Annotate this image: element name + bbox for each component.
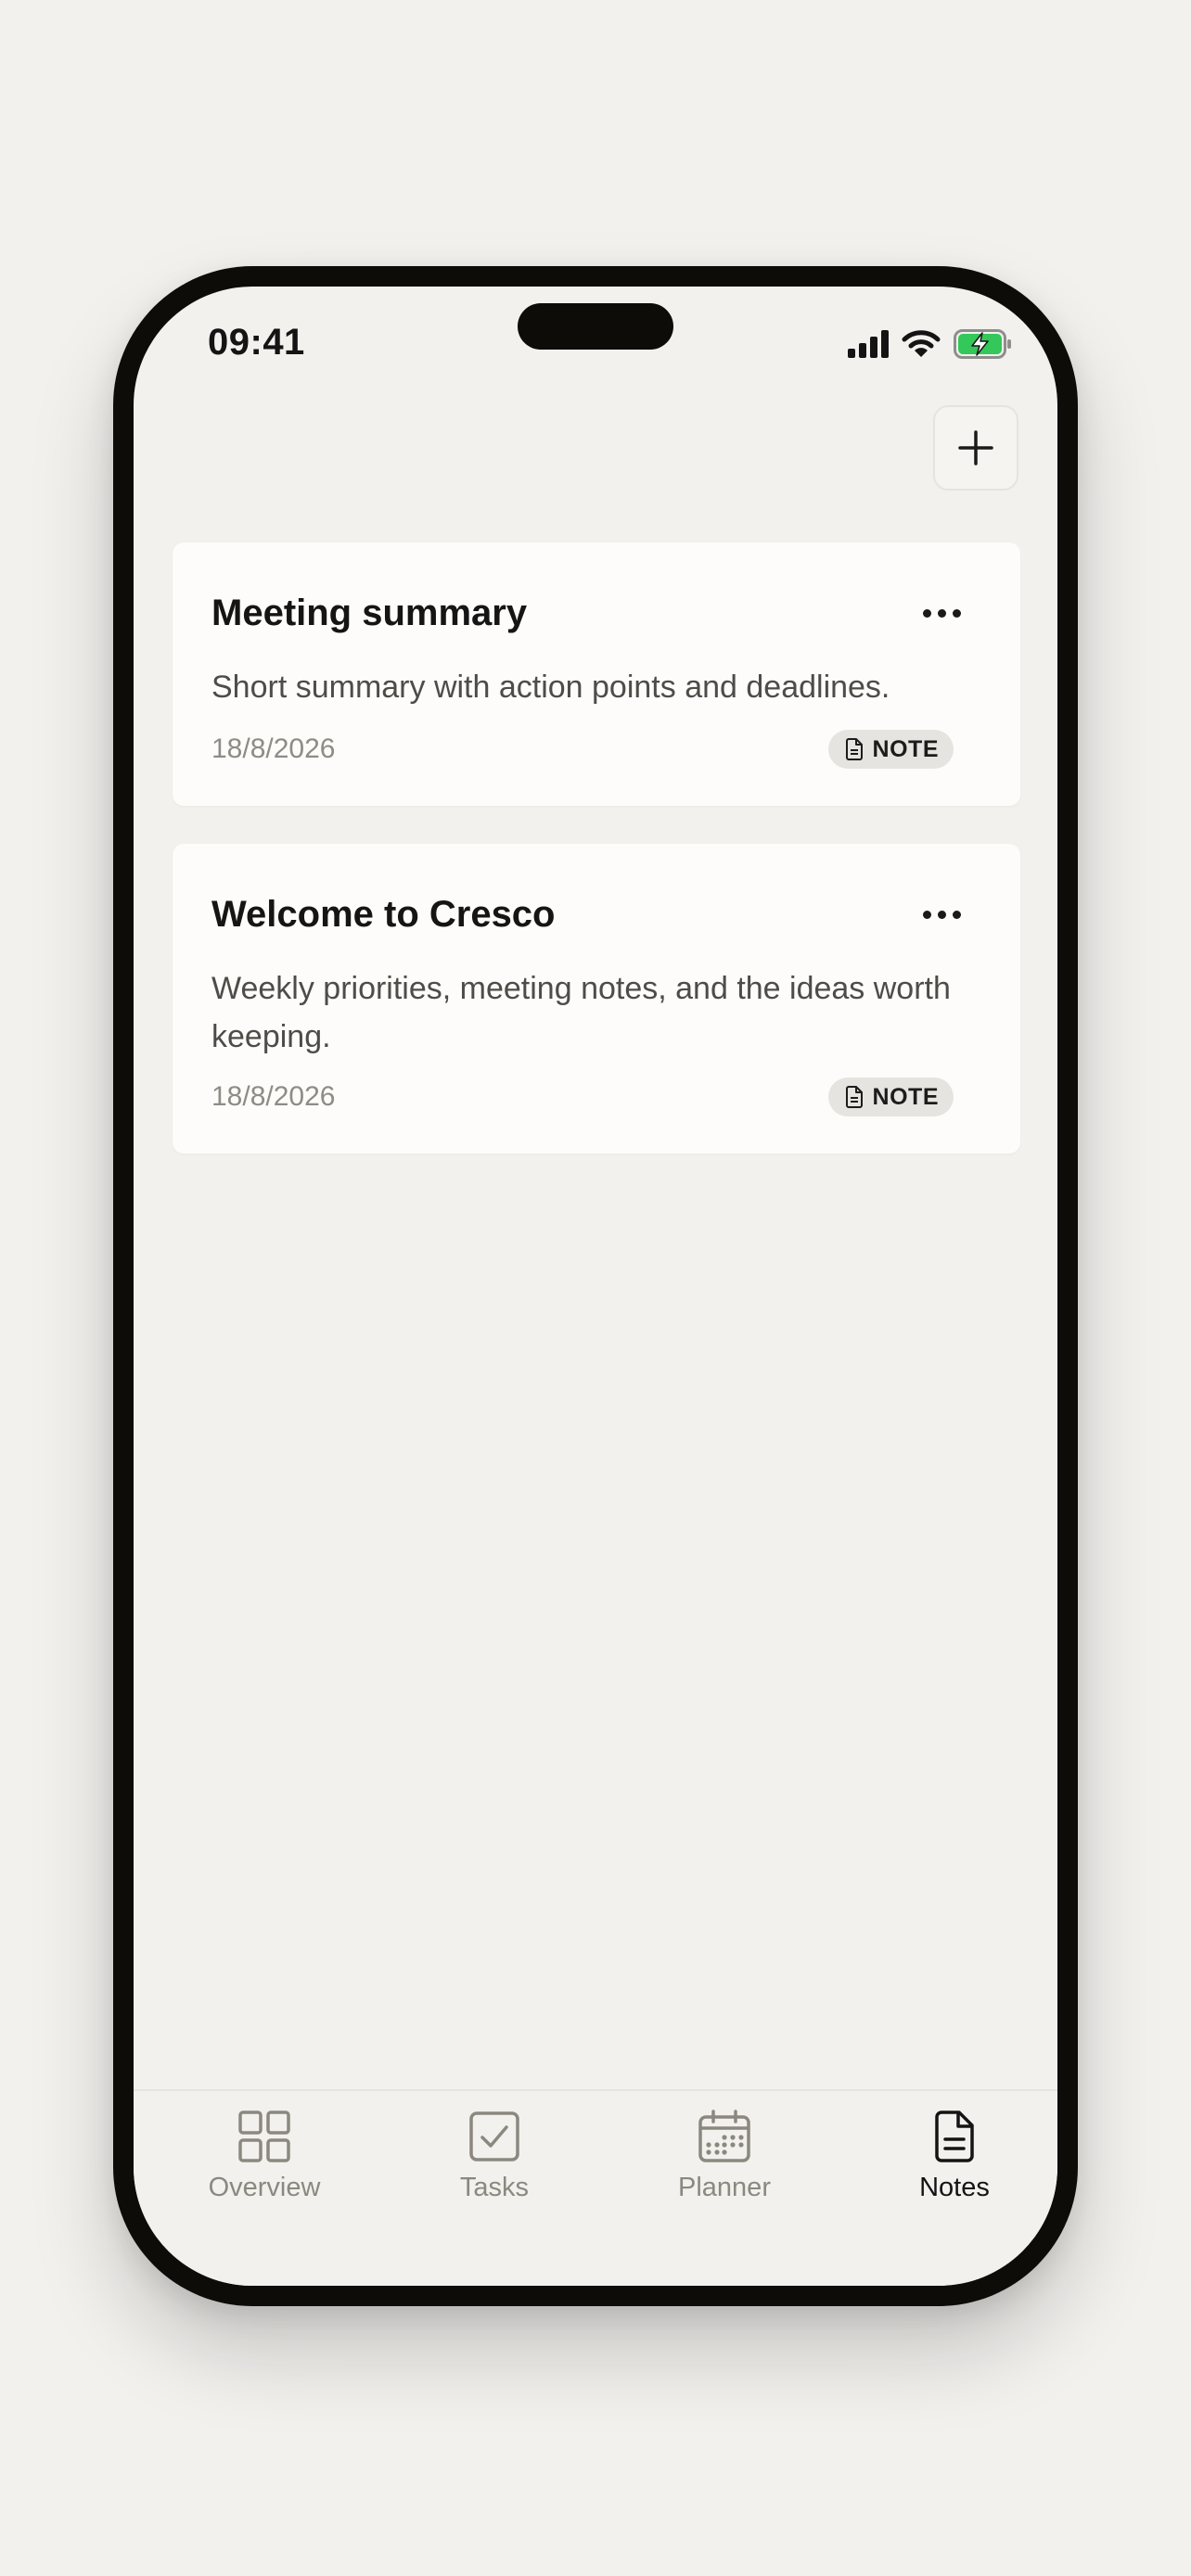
battery-charging-icon [954, 329, 1011, 359]
tab-label: Overview [208, 2173, 321, 2202]
more-dot [923, 911, 931, 919]
note-card-meeting-summary[interactable]: Meeting summary Short summary with actio… [173, 542, 1020, 806]
phone-frame: 09:41 Meeting summary Short summary with… [113, 266, 1078, 2306]
document-small-icon [845, 1086, 863, 1108]
note-date: 18/8/2026 [211, 733, 336, 764]
tab-overview[interactable]: Overview [172, 2110, 357, 2203]
status-icons [848, 329, 1013, 359]
badge-label: NOTE [872, 1083, 939, 1110]
grid-icon [238, 2111, 290, 2162]
tab-tasks[interactable]: Tasks [402, 2110, 587, 2203]
more-dot [923, 609, 931, 618]
tab-planner[interactable]: Planner [632, 2110, 817, 2203]
add-note-button[interactable] [933, 405, 1018, 491]
more-dot [938, 609, 946, 618]
more-dot [953, 609, 961, 618]
checkbox-icon [469, 2111, 519, 2162]
plus-icon [958, 430, 993, 465]
signal-icon [848, 330, 889, 358]
wifi-icon [902, 330, 941, 357]
tab-notes[interactable]: Notes [862, 2110, 1047, 2203]
note-description: Weekly priorities, meeting notes, and th… [211, 971, 951, 1054]
note-date: 18/8/2026 [211, 1081, 336, 1112]
document-small-icon [845, 738, 863, 760]
status-time: 09:41 [208, 322, 305, 363]
dynamic-island [518, 303, 673, 350]
note-card-welcome[interactable]: Welcome to Cresco Weekly priorities, mee… [173, 844, 1020, 1154]
tab-label: Tasks [459, 2173, 530, 2202]
tab-label: Planner [678, 2173, 771, 2202]
note-title: Meeting summary [211, 593, 528, 633]
note-title: Welcome to Cresco [211, 894, 556, 935]
more-dot [953, 911, 961, 919]
more-options-button[interactable] [923, 911, 961, 919]
note-type-badge: NOTE [827, 730, 954, 769]
badge-label: NOTE [872, 735, 939, 762]
note-description: Short summary with action points and dea… [211, 670, 890, 705]
more-dot [938, 911, 946, 919]
tab-bar: Overview Tasks Planner Notes [134, 2089, 1057, 2286]
app-screen: 09:41 Meeting summary Short summary with… [134, 287, 1057, 2286]
document-icon [935, 2111, 974, 2162]
more-options-button[interactable] [923, 609, 961, 618]
note-type-badge: NOTE [827, 1078, 954, 1116]
tab-label: Notes [919, 2173, 990, 2202]
calendar-icon [698, 2110, 750, 2162]
